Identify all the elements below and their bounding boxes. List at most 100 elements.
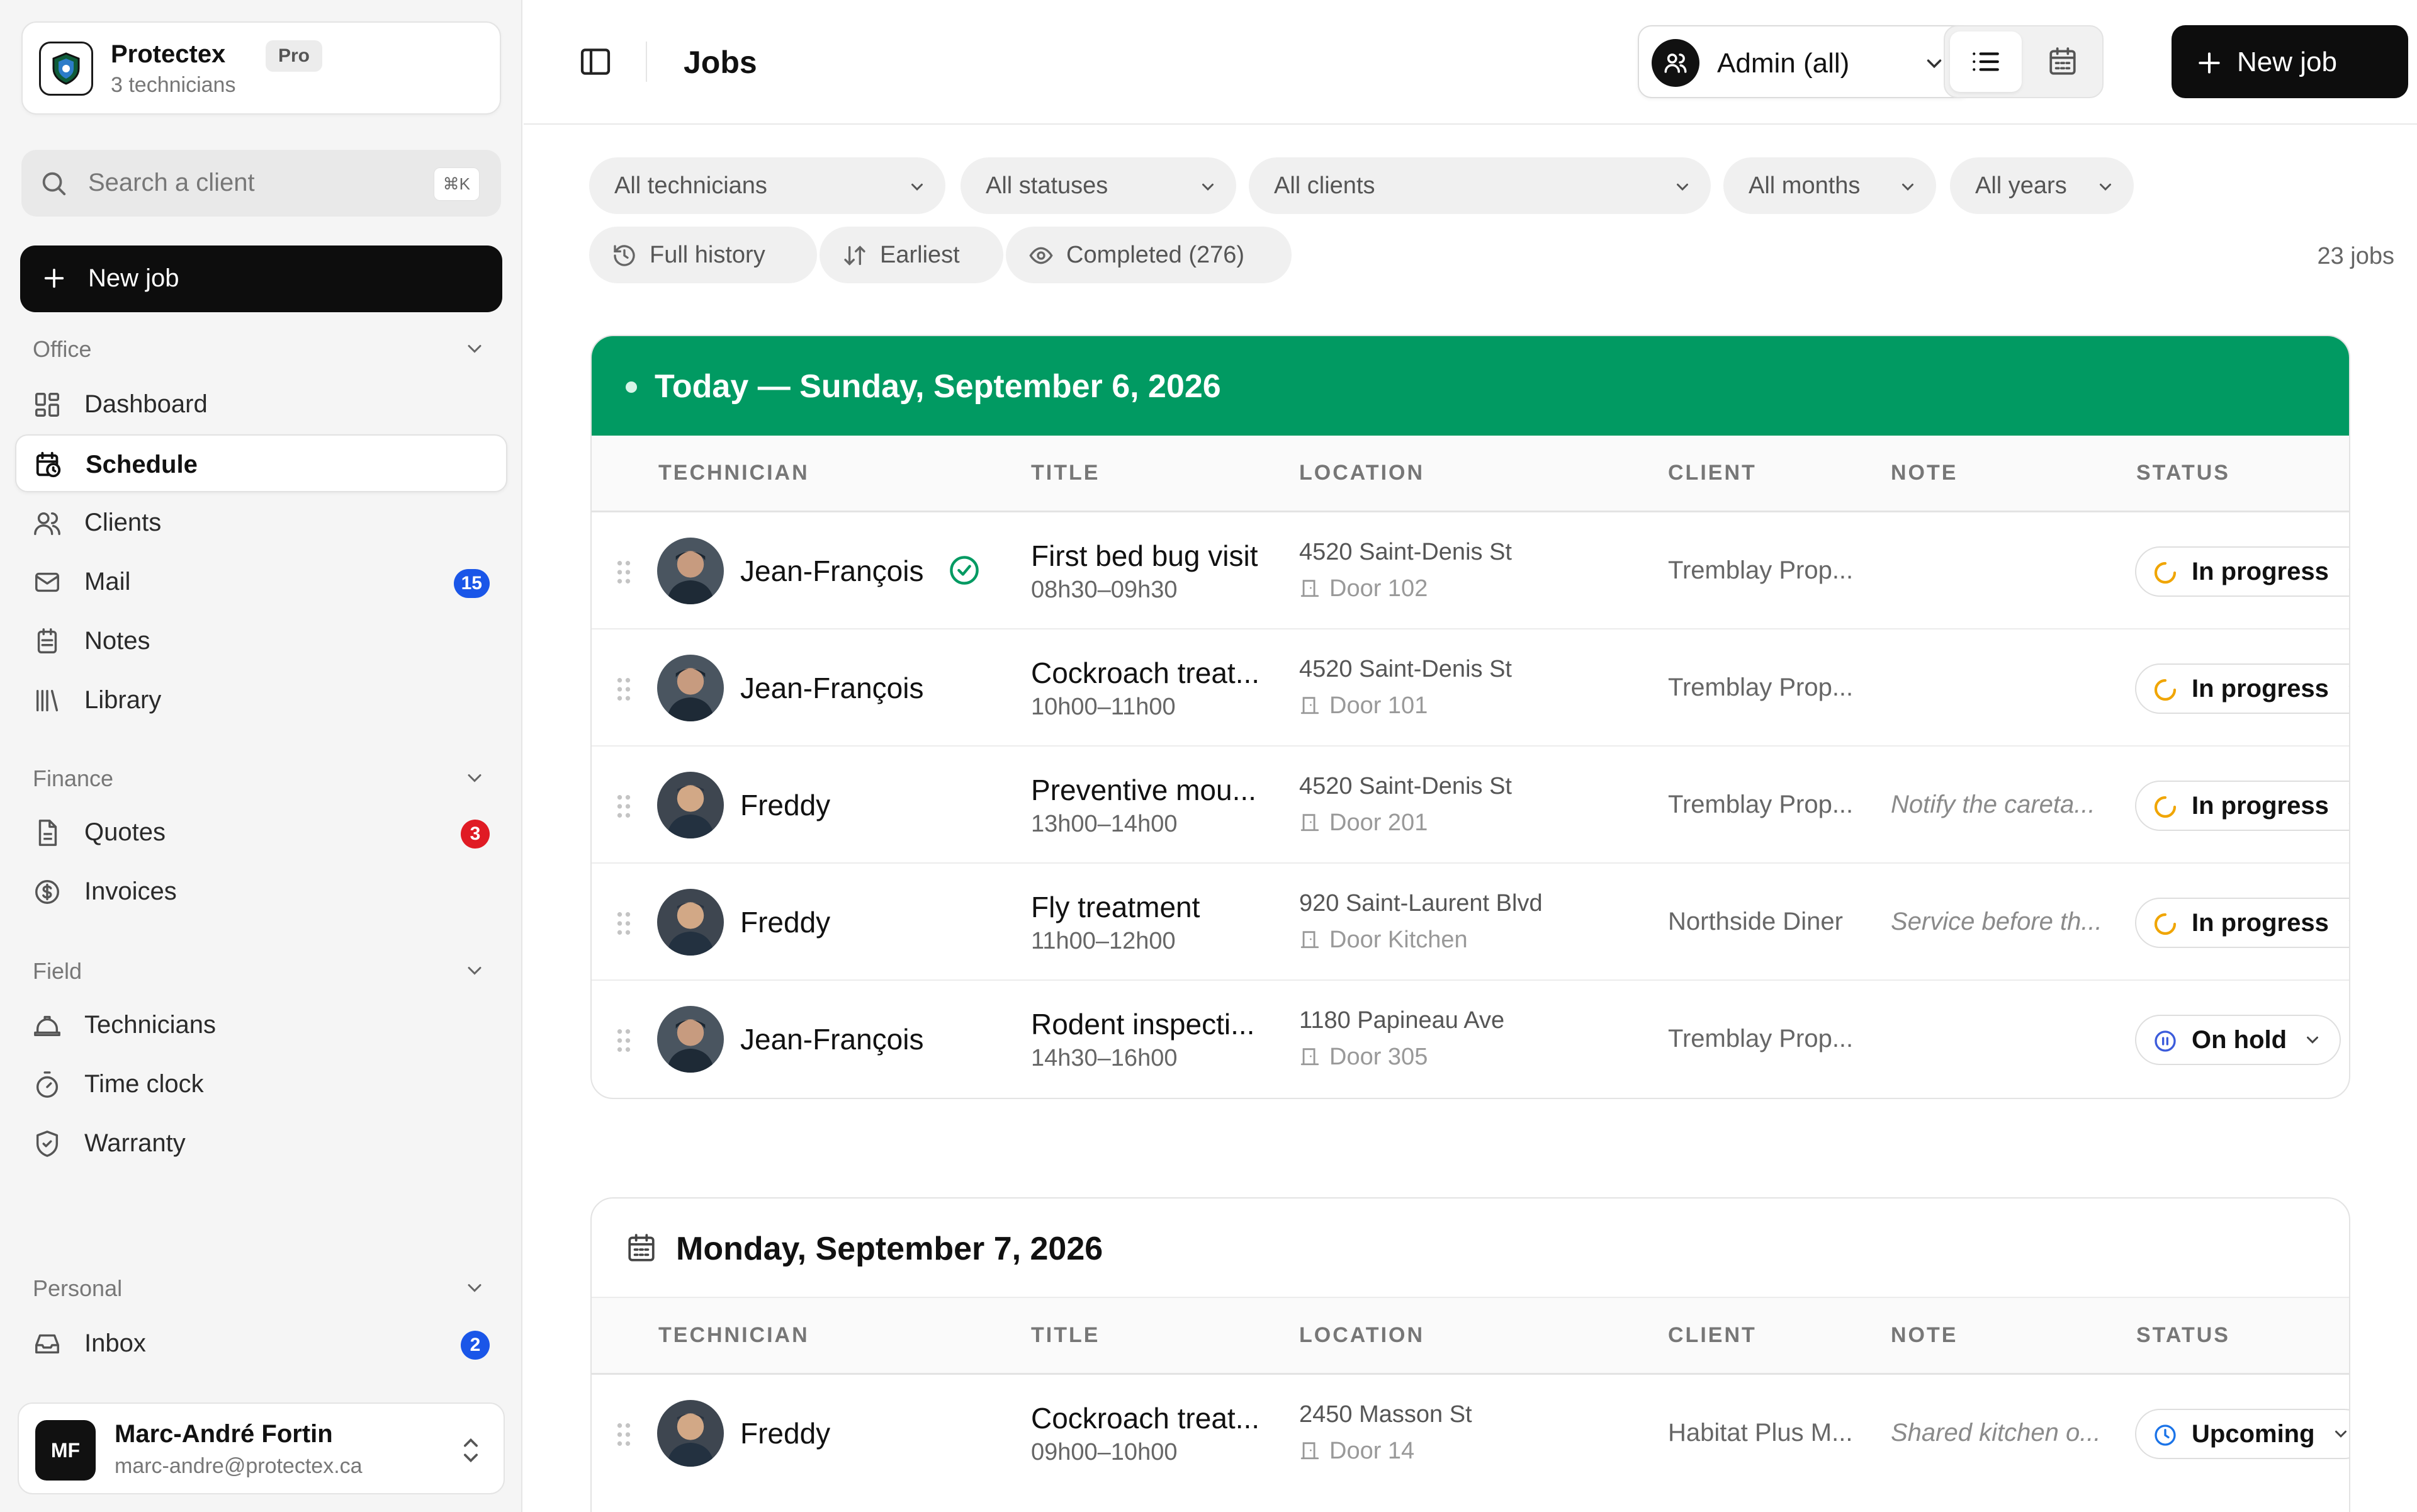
col-title[interactable]: TITLE <box>1031 461 1100 485</box>
technician-name: Freddy <box>740 1417 831 1450</box>
chevron-down-icon <box>1198 178 1217 196</box>
col-client[interactable]: CLIENT <box>1668 1323 1757 1348</box>
col-location[interactable]: LOCATION <box>1299 1323 1424 1348</box>
job-door: Door 101 <box>1299 692 1428 719</box>
sidebar-item-time-clock[interactable]: Time clock <box>15 1055 507 1113</box>
status-dropdown[interactable]: On hold <box>2135 1015 2341 1065</box>
drag-handle-icon[interactable] <box>616 910 632 937</box>
day-group-monday: Monday, September 7, 2026 TECHNICIAN TIT… <box>590 1197 2350 1512</box>
job-note: Notify the careta... <box>1891 791 2095 818</box>
status-dropdown[interactable]: In progress <box>2135 898 2349 948</box>
chevron-down-icon[interactable] <box>463 959 486 982</box>
day-title: Monday, September 7, 2026 <box>676 1231 1103 1267</box>
sidebar-item-invoices[interactable]: Invoices <box>15 862 507 920</box>
status-dropdown[interactable]: In progress <box>2135 663 2349 714</box>
table-row[interactable]: Jean-François First bed bug visit 08h30–… <box>592 512 2349 629</box>
table-row[interactable]: Freddy Fly treatment 11h00–12h00 920 Sai… <box>592 864 2349 981</box>
col-title[interactable]: TITLE <box>1031 1323 1100 1348</box>
day-group-today: Today — Sunday, September 6, 2026 TECHNI… <box>590 335 2350 1099</box>
plus-icon <box>2195 49 2223 77</box>
month-filter[interactable]: All months <box>1723 157 1936 214</box>
user-menu[interactable]: MF Marc-André Fortin marc-andre@protecte… <box>18 1402 505 1494</box>
status-dropdown[interactable]: In progress <box>2135 781 2349 831</box>
col-status[interactable]: STATUS <box>2136 461 2230 485</box>
client-filter[interactable]: All clients <box>1249 157 1711 214</box>
sidebar-item-warranty[interactable]: Warranty <box>15 1114 507 1172</box>
scope-selector[interactable]: Admin (all) <box>1638 25 1973 98</box>
status-filter[interactable]: All statuses <box>961 157 1236 214</box>
sidebar-item-inbox[interactable]: Inbox 2 <box>15 1314 507 1372</box>
sidebar-item-notes[interactable]: Notes <box>15 612 507 670</box>
technician-name: Jean-François <box>740 672 924 704</box>
clock-icon <box>2153 1423 2178 1448</box>
col-status[interactable]: STATUS <box>2136 1323 2230 1348</box>
avatar <box>657 538 724 604</box>
list-view-icon[interactable] <box>1950 31 2022 92</box>
sidebar-item-quotes[interactable]: Quotes 3 <box>15 803 507 861</box>
chevron-down-icon <box>1673 178 1692 196</box>
chevron-down-icon <box>2345 796 2349 815</box>
progress-icon <box>2153 560 2178 585</box>
job-address: 4520 Saint-Denis St <box>1299 656 1512 682</box>
sidebar-item-schedule[interactable]: Schedule <box>15 434 507 492</box>
status-dropdown[interactable]: In progress <box>2135 546 2349 597</box>
chevron-down-icon <box>2345 913 2349 932</box>
document-icon <box>33 818 62 847</box>
job-address: 1180 Papineau Ave <box>1299 1007 1505 1034</box>
job-client: Northside Diner <box>1668 908 1843 935</box>
drag-handle-icon[interactable] <box>616 559 632 585</box>
col-technician[interactable]: TECHNICIAN <box>658 461 809 485</box>
table-row[interactable]: Freddy Preventive mou... 13h00–14h00 452… <box>592 747 2349 864</box>
status-dropdown[interactable]: Upcoming <box>2135 1409 2349 1459</box>
technician-filter[interactable]: All technicians <box>589 157 945 214</box>
search-input[interactable]: Search a client ⌘K <box>21 150 501 217</box>
door-icon <box>1299 811 1321 833</box>
user-email: marc-andre@protectex.ca <box>115 1454 363 1478</box>
sidebar-new-job-button[interactable]: New job <box>20 245 502 312</box>
col-technician[interactable]: TECHNICIAN <box>658 1323 809 1348</box>
sidebar-item-dashboard[interactable]: Dashboard <box>15 375 507 433</box>
sidebar-item-library[interactable]: Library <box>15 671 507 729</box>
progress-icon <box>2153 794 2178 820</box>
job-client: Habitat Plus M... <box>1668 1419 1853 1447</box>
technician-name: Freddy <box>740 906 831 939</box>
sidebar-item-clients[interactable]: Clients <box>15 494 507 551</box>
table-row[interactable]: Jean-François Rodent inspecti... 14h30–1… <box>592 981 2349 1098</box>
job-address: 920 Saint-Laurent Blvd <box>1299 890 1543 917</box>
job-time: 08h30–09h30 <box>1031 577 1178 603</box>
avatar <box>657 655 724 721</box>
divider <box>646 42 647 82</box>
drag-handle-icon[interactable] <box>616 1421 632 1448</box>
sidebar-item-mail[interactable]: Mail 15 <box>15 553 507 611</box>
inbox-count-badge: 2 <box>461 1331 490 1360</box>
new-job-button[interactable]: New job <box>2172 25 2408 98</box>
org-switcher[interactable]: Protectex Pro 3 technicians <box>21 21 501 115</box>
job-title: First bed bug visit <box>1031 539 1258 572</box>
col-note[interactable]: NOTE <box>1891 1323 1958 1348</box>
calendar-view-icon[interactable] <box>2027 31 2099 92</box>
users-icon <box>1652 39 1699 87</box>
chevron-down-icon[interactable] <box>463 767 486 789</box>
sidebar-toggle-icon[interactable] <box>578 44 613 79</box>
chevron-down-icon <box>1922 52 1946 76</box>
table-row[interactable]: Freddy Cockroach treat... 09h00–10h00 24… <box>592 1375 2349 1492</box>
technician-name: Jean-François <box>740 1023 924 1056</box>
org-subtitle: 3 technicians <box>111 73 236 97</box>
inbox-icon <box>33 1329 62 1358</box>
sidebar-item-technicians[interactable]: Technicians <box>15 996 507 1054</box>
drag-handle-icon[interactable] <box>616 793 632 820</box>
chevron-down-icon[interactable] <box>463 1277 486 1299</box>
drag-handle-icon[interactable] <box>616 1027 632 1054</box>
col-location[interactable]: LOCATION <box>1299 461 1424 485</box>
col-client[interactable]: CLIENT <box>1668 461 1757 485</box>
shield-check-icon <box>33 1129 62 1158</box>
chevron-down-icon[interactable] <box>463 337 486 360</box>
section-office-title: Office <box>33 336 92 362</box>
table-row[interactable]: Jean-François Cockroach treat... 10h00–1… <box>592 629 2349 747</box>
col-note[interactable]: NOTE <box>1891 461 1958 485</box>
drag-handle-icon[interactable] <box>616 676 632 702</box>
completed-toggle[interactable]: Completed (276) <box>1006 227 1292 283</box>
history-filter[interactable]: Full history <box>589 227 817 283</box>
year-filter[interactable]: All years <box>1950 157 2134 214</box>
sort-toggle[interactable]: Earliest <box>820 227 1003 283</box>
